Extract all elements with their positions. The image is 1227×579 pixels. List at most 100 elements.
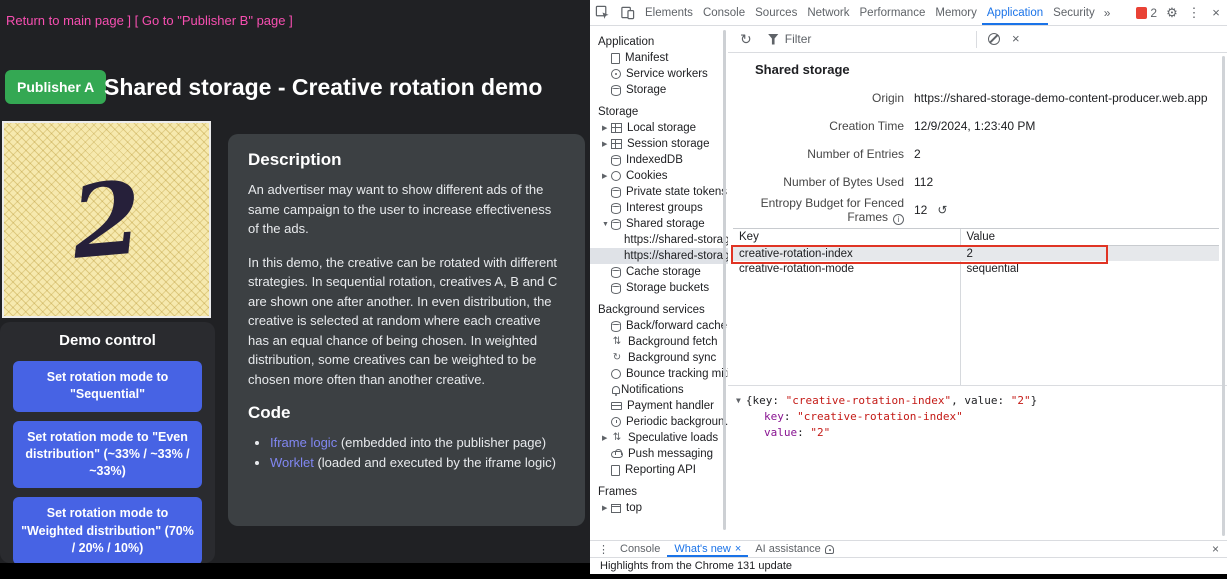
expander-collapsed-icon[interactable]: ▶ — [602, 504, 611, 512]
database-icon — [611, 267, 621, 278]
delete-all-icon[interactable] — [988, 33, 1000, 45]
panel-toolbar: ↻ Filter × — [728, 26, 1227, 53]
kebab-menu-icon[interactable]: ⋮ — [1183, 0, 1205, 25]
reset-budget-icon[interactable]: ↺ — [937, 203, 947, 217]
sidebar-item-manifest[interactable]: Manifest — [590, 50, 728, 66]
rotation-mode-weighted-button[interactable]: Set rotation mode to "Weighted distribut… — [13, 497, 202, 563]
meta-row-origin: Origin https://shared-storage-demo-conte… — [728, 84, 1227, 112]
drawer-kebab-menu-icon[interactable]: ⋮ — [598, 543, 609, 556]
expander-expanded-icon[interactable]: ▼ — [736, 396, 741, 405]
list-item: Worklet (loaded and executed by the ifra… — [270, 453, 565, 473]
sidebar-item-notifications[interactable]: Notifications — [590, 382, 728, 398]
tab-console[interactable]: Console — [698, 0, 750, 25]
link-suffix: (loaded and executed by the iframe logic… — [314, 455, 556, 470]
entry-preview-pane: ▼{key: "creative-rotation-index", value:… — [728, 385, 1227, 540]
sidebar-item-session-storage[interactable]: ▶Session storage — [590, 136, 728, 152]
panel-scrollbar[interactable] — [1222, 56, 1225, 536]
section-header-background-services[interactable]: Background services — [590, 302, 728, 318]
sidebar-item-storage[interactable]: Storage — [590, 82, 728, 98]
periodic-sync-clock-icon — [611, 417, 621, 427]
sidebar-item-background-sync[interactable]: ↻Background sync — [590, 350, 728, 366]
tab-sources[interactable]: Sources — [750, 0, 802, 25]
meta-row-creation-time: Creation Time 12/9/2024, 1:23:40 PM — [728, 112, 1227, 140]
devtools-close-icon[interactable]: × — [1205, 0, 1227, 25]
sidebar-item-shared-storage-origin-1[interactable]: https://shared-storage… — [590, 232, 728, 248]
sidebar-item-private-state-tokens[interactable]: Private state tokens — [590, 184, 728, 200]
sidebar-item-cache-storage[interactable]: Cache storage — [590, 264, 728, 280]
section-header-storage[interactable]: Storage — [590, 104, 728, 120]
preview-summary-line[interactable]: ▼{key: "creative-rotation-index", value:… — [736, 393, 1227, 409]
sidebar-item-frame-top[interactable]: ▶top — [590, 500, 728, 516]
section-header-frames[interactable]: Frames — [590, 484, 728, 500]
column-header-value[interactable]: Value — [960, 231, 995, 243]
settings-gear-icon[interactable]: ⚙ — [1161, 0, 1183, 25]
issues-badge[interactable]: 2 — [1132, 0, 1161, 25]
sidebar-item-shared-storage-origin-2[interactable]: https://shared-storage… — [590, 248, 728, 264]
filter-icon[interactable] — [768, 34, 779, 45]
sidebar-item-cookies[interactable]: ▶Cookies — [590, 168, 728, 184]
row-key: creative-rotation-mode — [733, 263, 960, 275]
sidebar-item-back-forward-cache[interactable]: Back/forward cache — [590, 318, 728, 334]
more-tabs-icon[interactable]: » — [1100, 0, 1115, 25]
tab-elements[interactable]: Elements — [640, 0, 698, 25]
sidebar-item-push-messaging[interactable]: Push messaging — [590, 446, 728, 462]
sidebar-item-speculative-loads[interactable]: ▶⇅Speculative loads — [590, 430, 728, 446]
sidebar-item-background-fetch[interactable]: ⇅Background fetch — [590, 334, 728, 350]
expander-collapsed-icon[interactable]: ▶ — [602, 124, 611, 132]
bounce-tracking-icon — [611, 369, 621, 379]
sidebar-item-service-workers[interactable]: Service workers — [590, 66, 728, 82]
tab-security[interactable]: Security — [1048, 0, 1100, 25]
background-sync-icon: ↻ — [611, 353, 623, 363]
drawer-tab-ai-assistance[interactable]: AI assistance — [748, 541, 840, 557]
sidebar-item-reporting-api[interactable]: Reporting API — [590, 462, 728, 478]
expander-collapsed-icon[interactable]: ▶ — [602, 434, 611, 442]
device-toolbar-icon[interactable] — [615, 0, 640, 25]
tab-memory[interactable]: Memory — [930, 0, 982, 25]
sidebar-item-payment-handler[interactable]: Payment handler — [590, 398, 728, 414]
shared-storage-panel: ↻ Filter × Shared storage Origin https:/… — [728, 26, 1227, 540]
sidebar-item-indexeddb[interactable]: IndexedDB — [590, 152, 728, 168]
speculative-loads-icon: ⇅ — [611, 433, 623, 443]
push-cloud-icon — [611, 451, 623, 458]
tab-network[interactable]: Network — [802, 0, 854, 25]
meta-label: Number of Bytes Used — [728, 175, 904, 189]
sidebar-scrollbar[interactable] — [723, 30, 726, 530]
expander-collapsed-icon[interactable]: ▶ — [602, 140, 611, 148]
tab-application[interactable]: Application — [982, 0, 1048, 25]
notifications-bell-icon — [612, 386, 620, 394]
section-header-application[interactable]: Application — [590, 34, 728, 50]
column-header-key[interactable]: Key — [733, 231, 960, 243]
rotation-mode-even-button[interactable]: Set rotation mode to "Even distribution"… — [13, 421, 202, 489]
table-row[interactable]: creative-rotation-index 2 — [733, 246, 1219, 261]
sidebar-item-interest-groups[interactable]: Interest groups — [590, 200, 728, 216]
inspect-element-icon[interactable] — [590, 0, 615, 25]
database-icon — [611, 219, 621, 230]
sidebar-item-storage-buckets[interactable]: Storage buckets — [590, 280, 728, 296]
tab-close-icon[interactable]: × — [735, 543, 741, 555]
creative-number: 2 — [67, 158, 147, 282]
refresh-icon[interactable]: ↻ — [740, 31, 752, 48]
sidebar-section-storage: Storage ▶Local storage ▶Session storage … — [590, 104, 728, 296]
drawer-tab-whats-new[interactable]: What's new× — [667, 541, 748, 557]
worklet-link[interactable]: Worklet — [270, 455, 314, 470]
tab-performance[interactable]: Performance — [855, 0, 931, 25]
drawer-tab-console[interactable]: Console — [613, 541, 667, 557]
expander-expanded-icon[interactable]: ▼ — [602, 221, 611, 228]
sidebar-item-bounce-tracking[interactable]: Bounce tracking miti… — [590, 366, 728, 382]
table-icon — [611, 123, 622, 133]
sidebar-item-periodic-background-sync[interactable]: Periodic backgroun… — [590, 414, 728, 430]
rotation-mode-sequential-button[interactable]: Set rotation mode to "Sequential" — [13, 361, 202, 412]
iframe-logic-link[interactable]: Iframe logic — [270, 435, 337, 450]
info-icon[interactable]: i — [893, 214, 904, 225]
sidebar-item-local-storage[interactable]: ▶Local storage — [590, 120, 728, 136]
drawer-close-icon[interactable]: × — [1212, 542, 1219, 556]
sidebar-item-shared-storage[interactable]: ▼Shared storage — [590, 216, 728, 232]
page-title: Shared storage - Creative rotation demo — [104, 74, 542, 101]
filter-label[interactable]: Filter — [785, 32, 812, 46]
delete-selected-icon[interactable]: × — [1012, 31, 1020, 46]
background-fetch-icon: ⇅ — [611, 337, 623, 347]
table-row[interactable]: creative-rotation-mode sequential — [733, 261, 1219, 276]
expander-collapsed-icon[interactable]: ▶ — [602, 172, 611, 180]
nav-links[interactable]: Return to main page ] [ Go to "Publisher… — [6, 13, 293, 28]
cache-icon — [611, 321, 621, 332]
